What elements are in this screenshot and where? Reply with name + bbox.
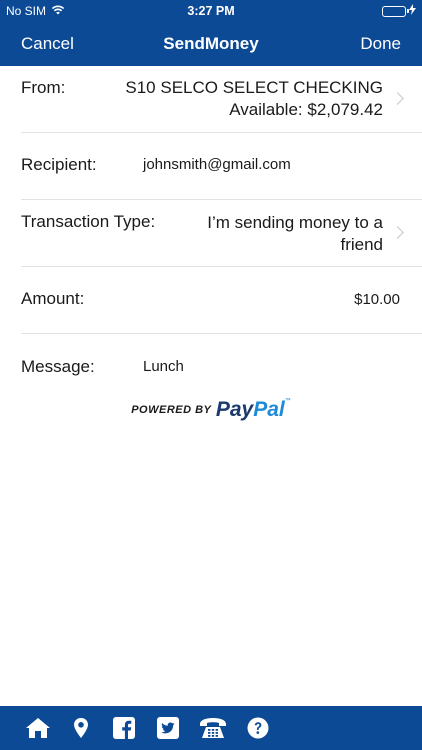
recipient-field[interactable]: johnsmith@gmail.com	[143, 156, 291, 173]
powered-by-label: POWERED BY	[131, 404, 212, 416]
chevron-right-icon	[391, 92, 404, 105]
from-account: S10 SELCO SELECT CHECKING	[125, 78, 383, 97]
message-label: Message:	[21, 357, 95, 376]
transaction-type-label: Transaction Type:	[21, 212, 156, 231]
cancel-button[interactable]: Cancel	[21, 34, 74, 54]
amount-field[interactable]: $10.00	[354, 289, 400, 311]
amount-label: Amount:	[21, 289, 85, 308]
twitter-icon[interactable]	[154, 715, 182, 741]
from-available: Available: $2,079.42	[229, 100, 383, 119]
charging-icon	[409, 4, 416, 18]
status-time: 3:27 PM	[187, 4, 235, 18]
done-button[interactable]: Done	[360, 34, 401, 54]
transaction-type-value-line2: friend	[340, 235, 383, 254]
message-row[interactable]: Message: Lunch	[0, 334, 422, 390]
chevron-right-icon	[391, 226, 404, 239]
phone-icon[interactable]	[198, 715, 228, 741]
transaction-type-value-line1: I’m sending money to a	[207, 213, 383, 232]
facebook-icon[interactable]	[110, 715, 138, 741]
paypal-wordmark: PayPal	[215, 398, 285, 421]
bottom-tab-bar	[0, 706, 422, 750]
from-label: From:	[21, 78, 66, 97]
top-bar: No SIM 3:27 PM Cancel SendMoney Done	[0, 0, 422, 66]
recipient-label: Recipient:	[21, 155, 97, 174]
trademark-mark: ™	[284, 398, 291, 404]
amount-row[interactable]: Amount: $10.00	[0, 267, 422, 333]
home-icon[interactable]	[24, 715, 52, 741]
help-icon[interactable]	[244, 715, 272, 741]
transaction-type-row[interactable]: Transaction Type: I’m sending money to a…	[0, 200, 422, 266]
status-bar: No SIM 3:27 PM	[0, 0, 422, 22]
battery-icon	[382, 5, 409, 17]
recipient-row[interactable]: Recipient: johnsmith@gmail.com	[0, 133, 422, 199]
message-field[interactable]: Lunch	[143, 358, 184, 375]
from-row[interactable]: From: S10 SELCO SELECT CHECKING Availabl…	[0, 66, 422, 132]
location-icon[interactable]	[67, 715, 95, 741]
powered-by-paypal-logo: POWERED BY PayPal™	[0, 398, 422, 422]
navigation-bar: Cancel SendMoney Done	[0, 22, 422, 66]
